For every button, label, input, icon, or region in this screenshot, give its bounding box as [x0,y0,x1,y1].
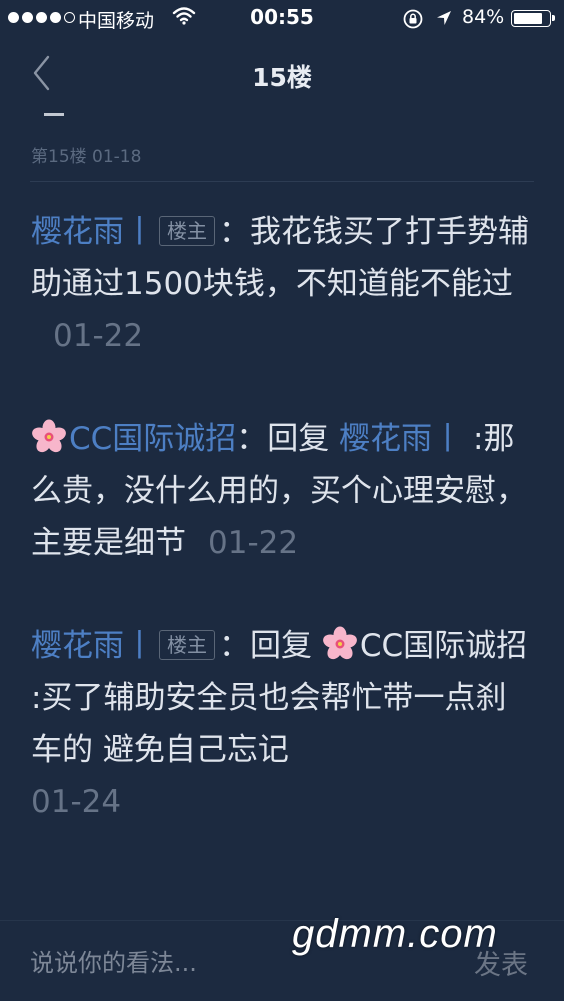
reply-prefix: 回复 [250,628,322,664]
floor-meta: 第15楼 01-18 [31,147,142,167]
reply-to-author[interactable]: 樱花雨丨 [339,421,463,457]
reply-author[interactable]: 樱花雨丨 [31,214,155,250]
battery-percentage: 84% [462,6,505,28]
reply-item: CC国际诚招：回复 樱花雨丨 :那么贵，没什么用的，买个心理安慰，主要是细节 01… [31,413,536,569]
reply-date: 01-22 [53,318,144,354]
reply-item: 樱花雨丨 楼主 ：我花钱买了打手势辅助通过1500块钱，不知道能不能过01-22 [31,206,536,362]
reply-author[interactable]: 樱花雨丨 [31,628,155,664]
owner-badge: 楼主 [159,630,215,660]
divider [30,181,534,182]
watermark-logo: gdmm.com [292,912,498,956]
battery-icon [511,10,555,27]
separator: ： [236,421,268,457]
owner-badge: 楼主 [159,216,215,246]
reply-text: :买了辅助安全员也会帮忙带一点刹车的 避免自己忘记 [31,680,507,768]
reply-date: 01-22 [208,525,299,561]
reply-item: 樱花雨丨 楼主 ：回复 CC国际诚招 :买了辅助安全员也会帮忙带一点刹车的 避免自己… [31,620,536,828]
navigation-bar: 15楼 [0,38,564,112]
location-arrow-icon [434,8,454,33]
reply-prefix: 回复 [267,421,340,457]
reply-date: 01-24 [31,784,122,820]
status-bar: 中国移动 00:55 84% [0,0,564,38]
cherry-blossom-icon [32,419,66,453]
separator: ： [219,628,250,664]
orientation-lock-icon [402,8,424,35]
page-title: 15楼 [252,63,312,92]
cherry-blossom-icon [322,626,357,660]
reply-author[interactable]: CC国际诚招 [31,419,236,457]
previous-content-fragment [44,113,64,116]
reply-to-author[interactable]: CC国际诚招 [322,626,527,664]
separator: ： [219,214,250,250]
reply-list: 樱花雨丨 楼主 ：我花钱买了打手势辅助通过1500块钱，不知道能不能过01-22 C… [31,206,536,879]
